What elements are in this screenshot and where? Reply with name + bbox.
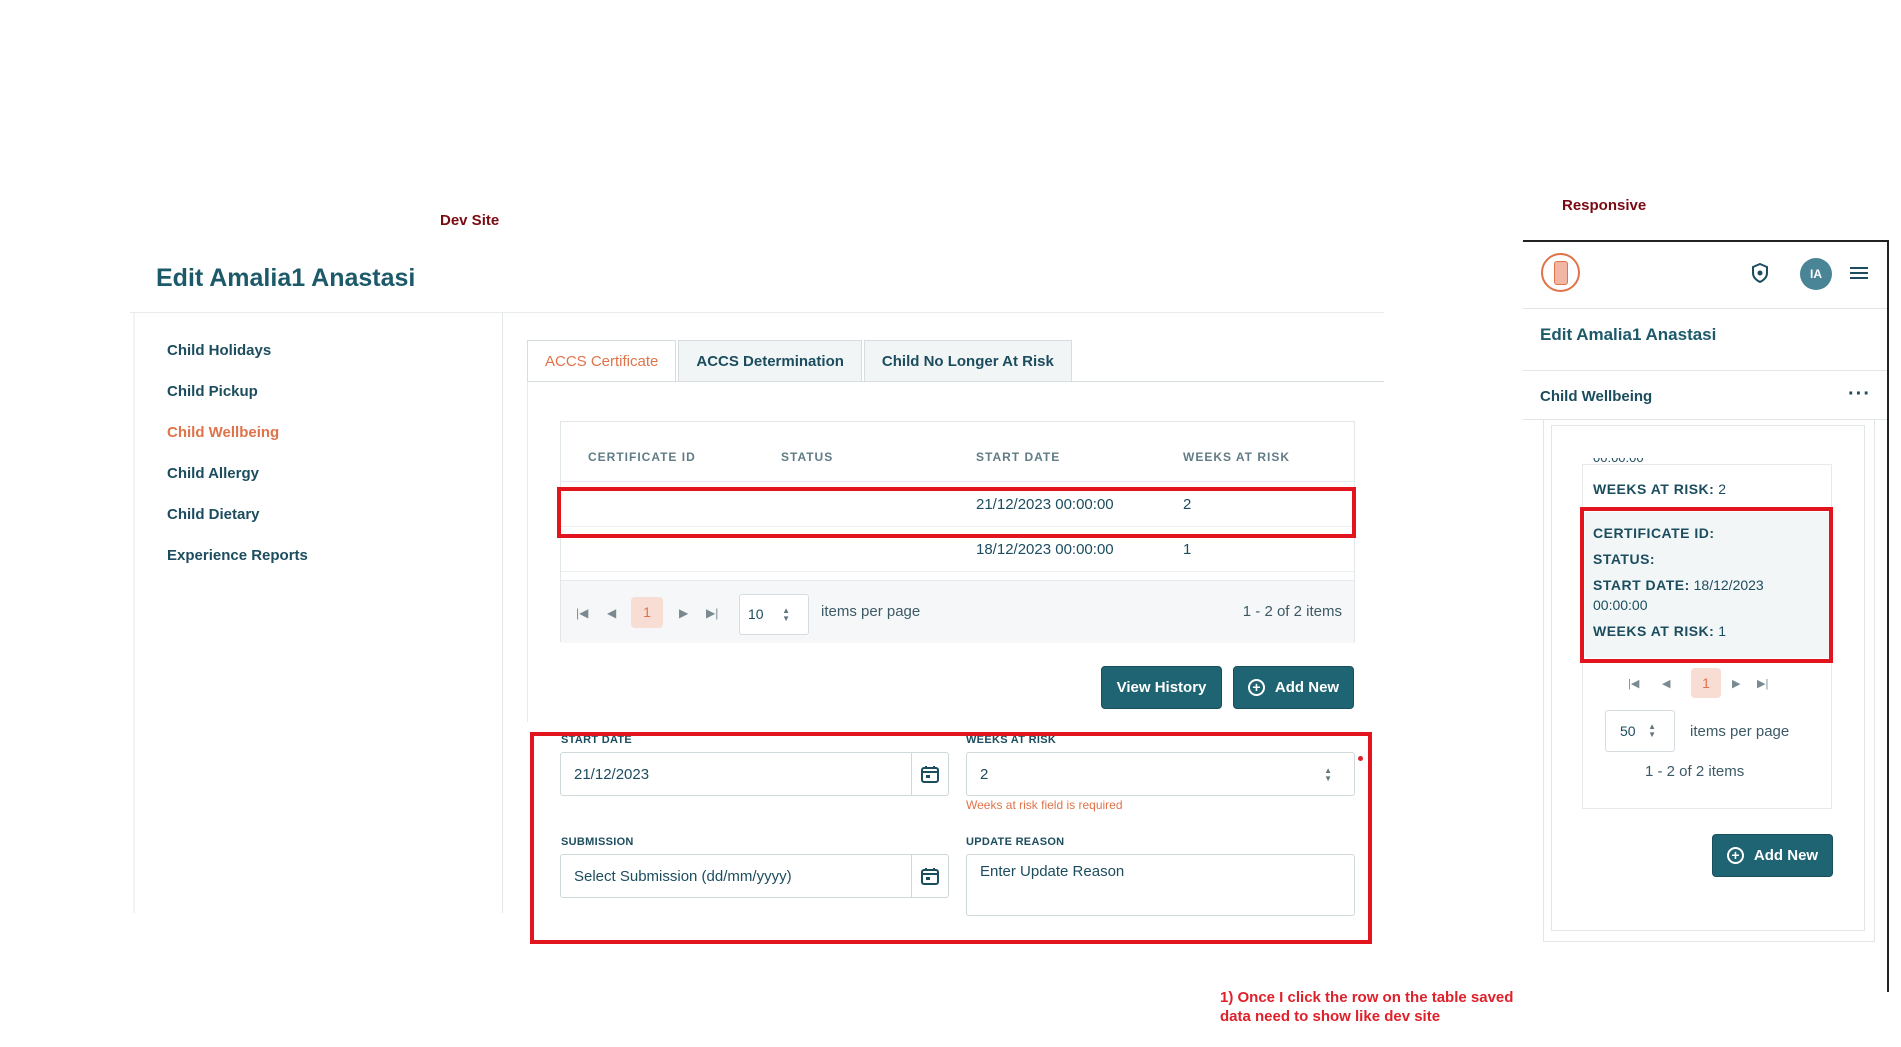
cell-start-date: 18/12/2023 00:00:00 [976, 541, 1114, 558]
sidebar-item-child-dietary[interactable]: Child Dietary [167, 506, 260, 523]
card-weeks-prev: WEEKS AT RISK: 2 [1593, 481, 1727, 497]
avatar[interactable]: IA [1800, 258, 1832, 290]
divider [527, 382, 528, 722]
page-size-value: 50 [1620, 723, 1636, 739]
page-title: Edit Amalia1 Anastasi [156, 264, 416, 292]
responsive-page-title: Edit Amalia1 Anastasi [1540, 325, 1717, 344]
pager: |◀ ◀ 1 ▶ ▶| 10 ▲ ▼ items per page 1 - 2 o… [561, 580, 1354, 643]
logo-icon [1554, 261, 1568, 285]
truncated-text: 00:00:00 [1593, 458, 1644, 466]
divider [1523, 308, 1887, 309]
tab-accs-determination[interactable]: ACCS Determination [678, 340, 862, 382]
page-number-button[interactable]: 1 [1691, 668, 1721, 698]
menu-icon[interactable] [1850, 267, 1868, 280]
sidebar-item-child-pickup[interactable]: Child Pickup [167, 383, 258, 400]
next-page-icon[interactable]: ▶ [1732, 677, 1740, 690]
view-history-button[interactable]: View History [1101, 666, 1222, 709]
last-page-icon[interactable]: ▶| [706, 606, 718, 620]
responsive-add-new-button[interactable]: + Add New [1712, 834, 1833, 877]
next-page-icon[interactable]: ▶ [679, 606, 688, 620]
issue-note: 1) Once I click the row on the table sav… [1220, 989, 1514, 1025]
plus-circle-icon: + [1247, 679, 1265, 696]
highlight-box-form [530, 732, 1372, 944]
cell-weeks-at-risk: 1 [1183, 541, 1192, 558]
highlight-box-row [557, 487, 1356, 538]
page-size-select[interactable]: 10 ▲ ▼ [739, 594, 809, 635]
pager-summary: 1 - 2 of 2 items [1242, 603, 1342, 620]
tab-child-no-longer-at-risk[interactable]: Child No Longer At Risk [863, 340, 1072, 382]
shield-icon[interactable] [1751, 262, 1769, 288]
divider [1523, 370, 1887, 371]
column-header-status[interactable]: STATUS [781, 450, 833, 464]
add-new-label: Add New [1274, 679, 1340, 696]
page-number-button[interactable]: 1 [631, 597, 663, 628]
responsive-annotation: Responsive [1562, 197, 1647, 214]
app-logo[interactable] [1541, 253, 1580, 292]
sidebar: Child Holidays Child Pickup Child Wellbe… [133, 313, 503, 913]
prev-page-icon[interactable]: ◀ [607, 606, 616, 620]
dev-site-annotation: Dev Site [440, 212, 500, 229]
sidebar-item-child-wellbeing[interactable]: Child Wellbeing [167, 424, 279, 441]
add-new-button[interactable]: + Add New [1233, 666, 1354, 709]
table-header: CERTIFICATE ID STATUS START DATE WEEKS A… [561, 422, 1354, 482]
spinner-icon: ▲ ▼ [782, 606, 790, 623]
items-per-page-label: items per page [821, 603, 921, 620]
last-page-icon[interactable]: ▶| [1757, 677, 1768, 690]
prev-page-icon[interactable]: ◀ [1662, 677, 1670, 690]
column-header-start-date[interactable]: START DATE [976, 450, 1060, 464]
tab-accs-certificate[interactable]: ACCS Certificate [527, 340, 677, 382]
plus-circle-icon: + [1726, 847, 1744, 864]
pager-summary: 1 - 2 of 2 items [1645, 763, 1745, 780]
add-new-label: Add New [1753, 847, 1819, 864]
items-per-page-label: items per page [1690, 723, 1790, 740]
first-page-icon[interactable]: |◀ [576, 606, 588, 620]
tab-bar: ACCS Certificate ACCS Determination Chil… [527, 340, 1074, 382]
column-header-certificate-id[interactable]: CERTIFICATE ID [588, 450, 696, 464]
sidebar-item-child-holidays[interactable]: Child Holidays [167, 342, 271, 359]
divider [527, 381, 1384, 382]
first-page-icon[interactable]: |◀ [1628, 677, 1639, 690]
spinner-icon: ▲ ▼ [1648, 722, 1656, 739]
page-size-select[interactable]: 50 ▲ ▼ [1605, 710, 1675, 752]
section-title: Child Wellbeing [1540, 388, 1653, 405]
page-size-value: 10 [748, 606, 764, 622]
column-header-weeks-at-risk[interactable]: WEEKS AT RISK [1183, 450, 1290, 464]
highlight-box-card [1580, 507, 1833, 663]
sidebar-item-experience-reports[interactable]: Experience Reports [167, 547, 308, 564]
sidebar-item-child-allergy[interactable]: Child Allergy [167, 465, 259, 482]
more-options-icon[interactable]: ··· [1848, 383, 1871, 406]
